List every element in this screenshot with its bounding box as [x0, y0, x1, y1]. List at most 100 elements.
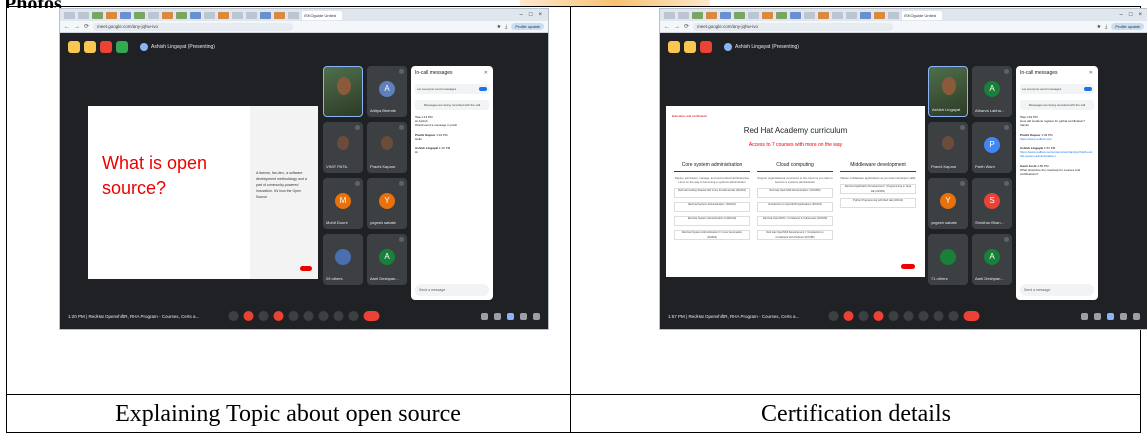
- captions-icon: [888, 311, 899, 321]
- caret-icon: [858, 311, 869, 321]
- screenshot-open-source: ISKOguide United States –□ × ← → ⟳ meet.g…: [59, 8, 549, 330]
- meet-top-icons: Ashish Lingayat (Presenting): [68, 41, 215, 53]
- meet-top-icons: Ashish Lingayat (Presenting): [668, 41, 799, 53]
- mic-icon: [1004, 125, 1009, 130]
- chat-panel: In-call messages ✕ Let everyone send mes…: [411, 66, 493, 300]
- chat-permission-row: Let everyone send messages: [1020, 84, 1094, 94]
- more-options-icon: [948, 311, 959, 321]
- record-icon: [100, 41, 112, 53]
- forward-icon: →: [674, 23, 680, 30]
- download-icon: ⤓: [505, 23, 508, 30]
- avatar: P: [984, 137, 1000, 153]
- leave-call-icon: [963, 311, 980, 321]
- raise-hand-icon: [333, 311, 344, 321]
- slide-title: What is open source?: [102, 153, 208, 198]
- participant-tile: Prachi Kapoor: [367, 122, 407, 173]
- tab-favicon: [734, 11, 745, 19]
- chat-message: You 1:13 PM Hi Ashish Would send a message…: [415, 115, 457, 128]
- activities-icon: [520, 312, 527, 320]
- slide-subtitle: Access to 7 courses with more on the way: [748, 142, 843, 148]
- chat-message: Ashish Lingayat 1:53 PM https://www.redha…: [1020, 146, 1093, 159]
- curriculum-column: Cloud computing Support organizational m…: [757, 162, 833, 240]
- avatar: M: [335, 193, 351, 209]
- people-icon: [84, 41, 96, 53]
- chat-panel: In-call messages ✕ Let everyone send mes…: [1016, 66, 1098, 300]
- participant-tile: A Aarti Deshpan...: [367, 234, 407, 285]
- table-divider-horizontal: [6, 394, 1141, 395]
- others-avatar: [940, 249, 956, 265]
- back-icon: ←: [64, 23, 70, 30]
- caret-icon: [258, 311, 269, 321]
- participant-tile: P Parth Wani: [972, 122, 1012, 173]
- mic-off-icon: [843, 311, 854, 321]
- profile-button: Profile update: [1111, 23, 1144, 30]
- meeting-time-title: 1:20 PM | RedHat OpenshiftR, RHA Program…: [68, 313, 200, 319]
- emoji-icon: [903, 311, 914, 321]
- mic-icon: [399, 237, 404, 242]
- tab-favicon: [748, 11, 759, 19]
- mic-icon: [1004, 237, 1009, 242]
- leave-call-icon: [363, 311, 380, 321]
- mic-icon: [960, 181, 965, 186]
- chat-icon: [1107, 312, 1114, 320]
- tab-favicon: [790, 11, 801, 19]
- presenting-label: Ashish Lingayat (Presenting): [140, 43, 215, 51]
- browser-tab-bar: ISKOguide United States –□ ×: [60, 9, 548, 27]
- url-field: meet.google.com/any-jqhw-ivo: [93, 22, 294, 31]
- curriculum-column: Core system administration Deploy, admin…: [674, 162, 750, 240]
- close-icon: ×: [1138, 12, 1142, 18]
- info-icon: [1081, 312, 1088, 320]
- tab-favicon: [176, 11, 187, 19]
- tab-favicon: [120, 11, 131, 19]
- participant-tile: S Shridhar Bhan...: [972, 178, 1012, 229]
- chat-permission-row: Let everyone send messages: [415, 84, 489, 94]
- table-divider-vertical: [570, 6, 571, 433]
- tab-favicon: [678, 11, 689, 19]
- extension-icon: ★: [496, 23, 502, 30]
- meeting-controls: [828, 311, 980, 321]
- active-tab: ISKOguide United States: [902, 10, 942, 27]
- meeting-controls: [228, 311, 380, 321]
- shared-slide: Education and certification Red Hat Acad…: [666, 106, 925, 277]
- others-avatar: [335, 249, 351, 265]
- participant-tile: A Aarti Deshpan...: [972, 234, 1012, 285]
- people-icon: [1094, 312, 1101, 320]
- redhat-logo: [300, 266, 312, 271]
- avatar: A: [984, 249, 1000, 265]
- chat-message: Gauri Joshi 1:56 PM What should be the ro…: [1020, 163, 1081, 177]
- avatar: A: [379, 249, 395, 265]
- mic-icon: [1004, 69, 1009, 74]
- tab-favicon: [148, 11, 159, 19]
- presenting-label: Ashish Lingayat (Presenting): [724, 43, 799, 51]
- captions-icon: [288, 311, 299, 321]
- side-panel-icons: [1081, 312, 1140, 320]
- caret-icon: [228, 311, 239, 321]
- maximize-icon: □: [528, 12, 533, 18]
- chat-message: You 1:49 PM How will students register fo…: [1020, 115, 1085, 128]
- tab-favicon: [664, 11, 675, 19]
- meet-window: Ashish Lingayat (Presenting) What is ope…: [60, 33, 548, 329]
- reload-icon: ⟳: [84, 24, 90, 30]
- browser-tab-bar: ISKOguide United States –□ ×: [660, 9, 1147, 27]
- caption-open-source: Explaining Topic about open source: [115, 401, 461, 427]
- tab-favicon: [804, 11, 815, 19]
- presenter-avatar: [724, 43, 732, 51]
- present-icon: [318, 311, 329, 321]
- avatar-photo: [337, 136, 349, 150]
- tab-favicon: [204, 11, 215, 19]
- tab-favicon: [260, 11, 271, 19]
- browser-tools: ★ ⤓ Profile update: [1097, 23, 1144, 30]
- participant-tile: A Aditya Bhende: [367, 66, 407, 117]
- tab-favicon: [64, 11, 75, 19]
- slide-title: Red Hat Academy curriculum: [743, 126, 848, 135]
- mic-icon: [399, 125, 404, 130]
- chat-recording-note: Messages are being recorded with the cal…: [1020, 100, 1094, 110]
- participant-tile: VINIT PATIL: [323, 122, 363, 173]
- present-icon: [918, 311, 929, 321]
- tab-favicon: [106, 11, 117, 19]
- close-icon: ✕: [483, 70, 488, 76]
- tab-favicon: [720, 11, 731, 19]
- tab-favicon: [274, 11, 285, 19]
- camera-off-icon: [273, 311, 284, 321]
- avatar: A: [379, 81, 395, 97]
